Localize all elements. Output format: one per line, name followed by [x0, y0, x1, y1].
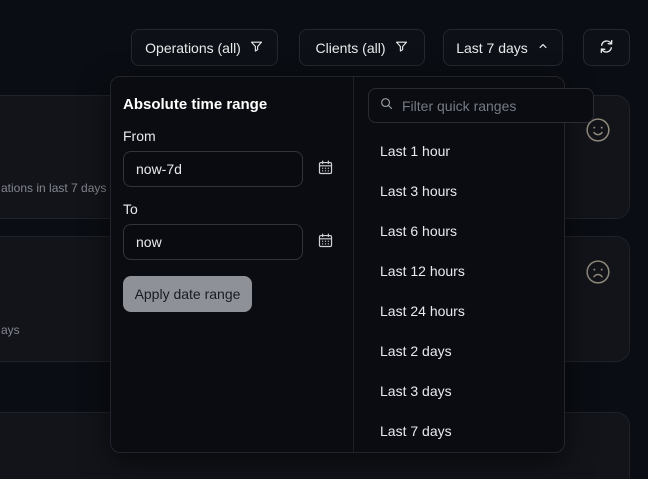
quick-range-option[interactable]: Last 3 days	[354, 371, 603, 411]
calendar-icon	[317, 232, 334, 252]
from-label: From	[123, 128, 341, 145]
quick-range-option[interactable]: Last 24 hours	[354, 291, 603, 331]
quick-ranges-section: Last 1 hour Last 3 hours Last 6 hours La…	[354, 77, 603, 452]
from-calendar-button[interactable]	[316, 160, 334, 178]
to-label: To	[123, 201, 341, 218]
funnel-icon	[394, 39, 409, 57]
refresh-button[interactable]	[583, 29, 630, 66]
from-input[interactable]	[123, 151, 303, 187]
absolute-time-range-section: Absolute time range From	[111, 77, 354, 452]
calendar-icon	[317, 159, 334, 179]
time-picker-dropdown: Absolute time range From	[110, 76, 565, 453]
card-subtitle-partial: ations in last 7 days	[1, 181, 106, 195]
absolute-time-range-title: Absolute time range	[123, 96, 341, 114]
from-input-row	[123, 151, 341, 187]
quick-range-option[interactable]: Last 1 hour	[354, 131, 603, 171]
apply-date-range-button[interactable]: Apply date range	[123, 276, 252, 312]
clients-filter-label: Clients (all)	[315, 40, 385, 56]
to-input[interactable]	[123, 224, 303, 260]
operations-filter-button[interactable]: Operations (all)	[131, 29, 278, 66]
operations-filter-label: Operations (all)	[145, 40, 241, 56]
to-calendar-button[interactable]	[316, 233, 334, 251]
refresh-icon	[598, 38, 615, 58]
search-icon	[379, 96, 394, 116]
quick-range-option[interactable]: Last 12 hours	[354, 251, 603, 291]
dashboard-page: ations in last 7 days ays Operations (al…	[0, 0, 648, 479]
chevron-up-icon	[536, 39, 550, 56]
clients-filter-button[interactable]: Clients (all)	[299, 29, 425, 66]
quick-range-option[interactable]: Last 7 days	[354, 411, 603, 451]
to-input-row	[123, 224, 341, 260]
quick-range-option[interactable]: Last 3 hours	[354, 171, 603, 211]
quick-ranges-filter-input[interactable]	[402, 98, 583, 114]
quick-ranges-list: Last 1 hour Last 3 hours Last 6 hours La…	[354, 131, 603, 451]
time-range-label: Last 7 days	[456, 40, 528, 56]
card-subtitle-partial: ays	[1, 323, 20, 337]
quick-ranges-search-box[interactable]	[368, 88, 594, 123]
time-range-button[interactable]: Last 7 days	[443, 29, 563, 66]
quick-range-option[interactable]: Last 2 days	[354, 331, 603, 371]
funnel-icon	[249, 39, 264, 57]
quick-range-option[interactable]: Last 6 hours	[354, 211, 603, 251]
